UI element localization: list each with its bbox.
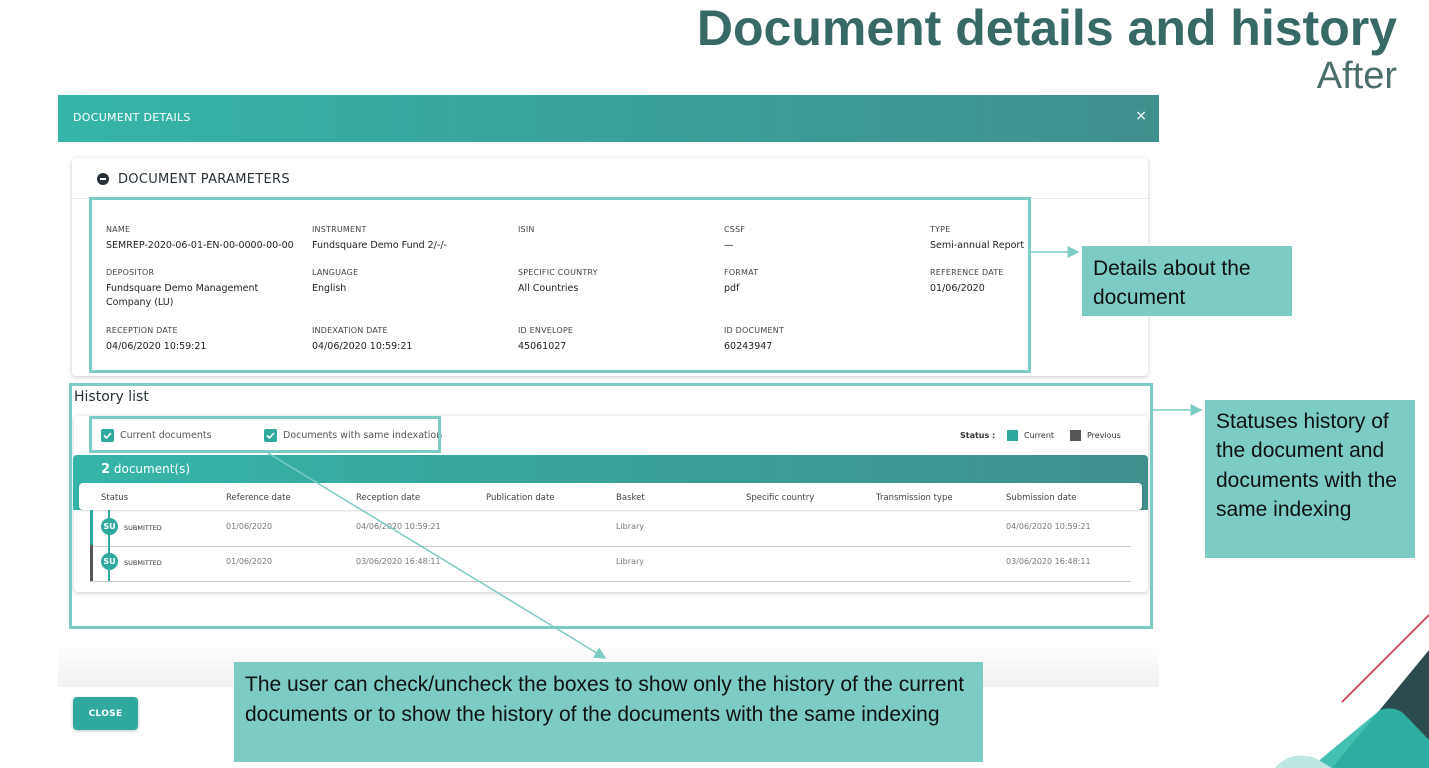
checkboxes-callout: The user can check/uncheck the boxes to … (234, 662, 983, 762)
decorative-corner (1275, 614, 1429, 768)
statuses-callout: Statuses history of the document and doc… (1205, 400, 1415, 558)
details-callout: Details about the document (1082, 246, 1292, 316)
connector-arrows (267, 246, 1203, 659)
checkbox-arrow (267, 452, 607, 659)
